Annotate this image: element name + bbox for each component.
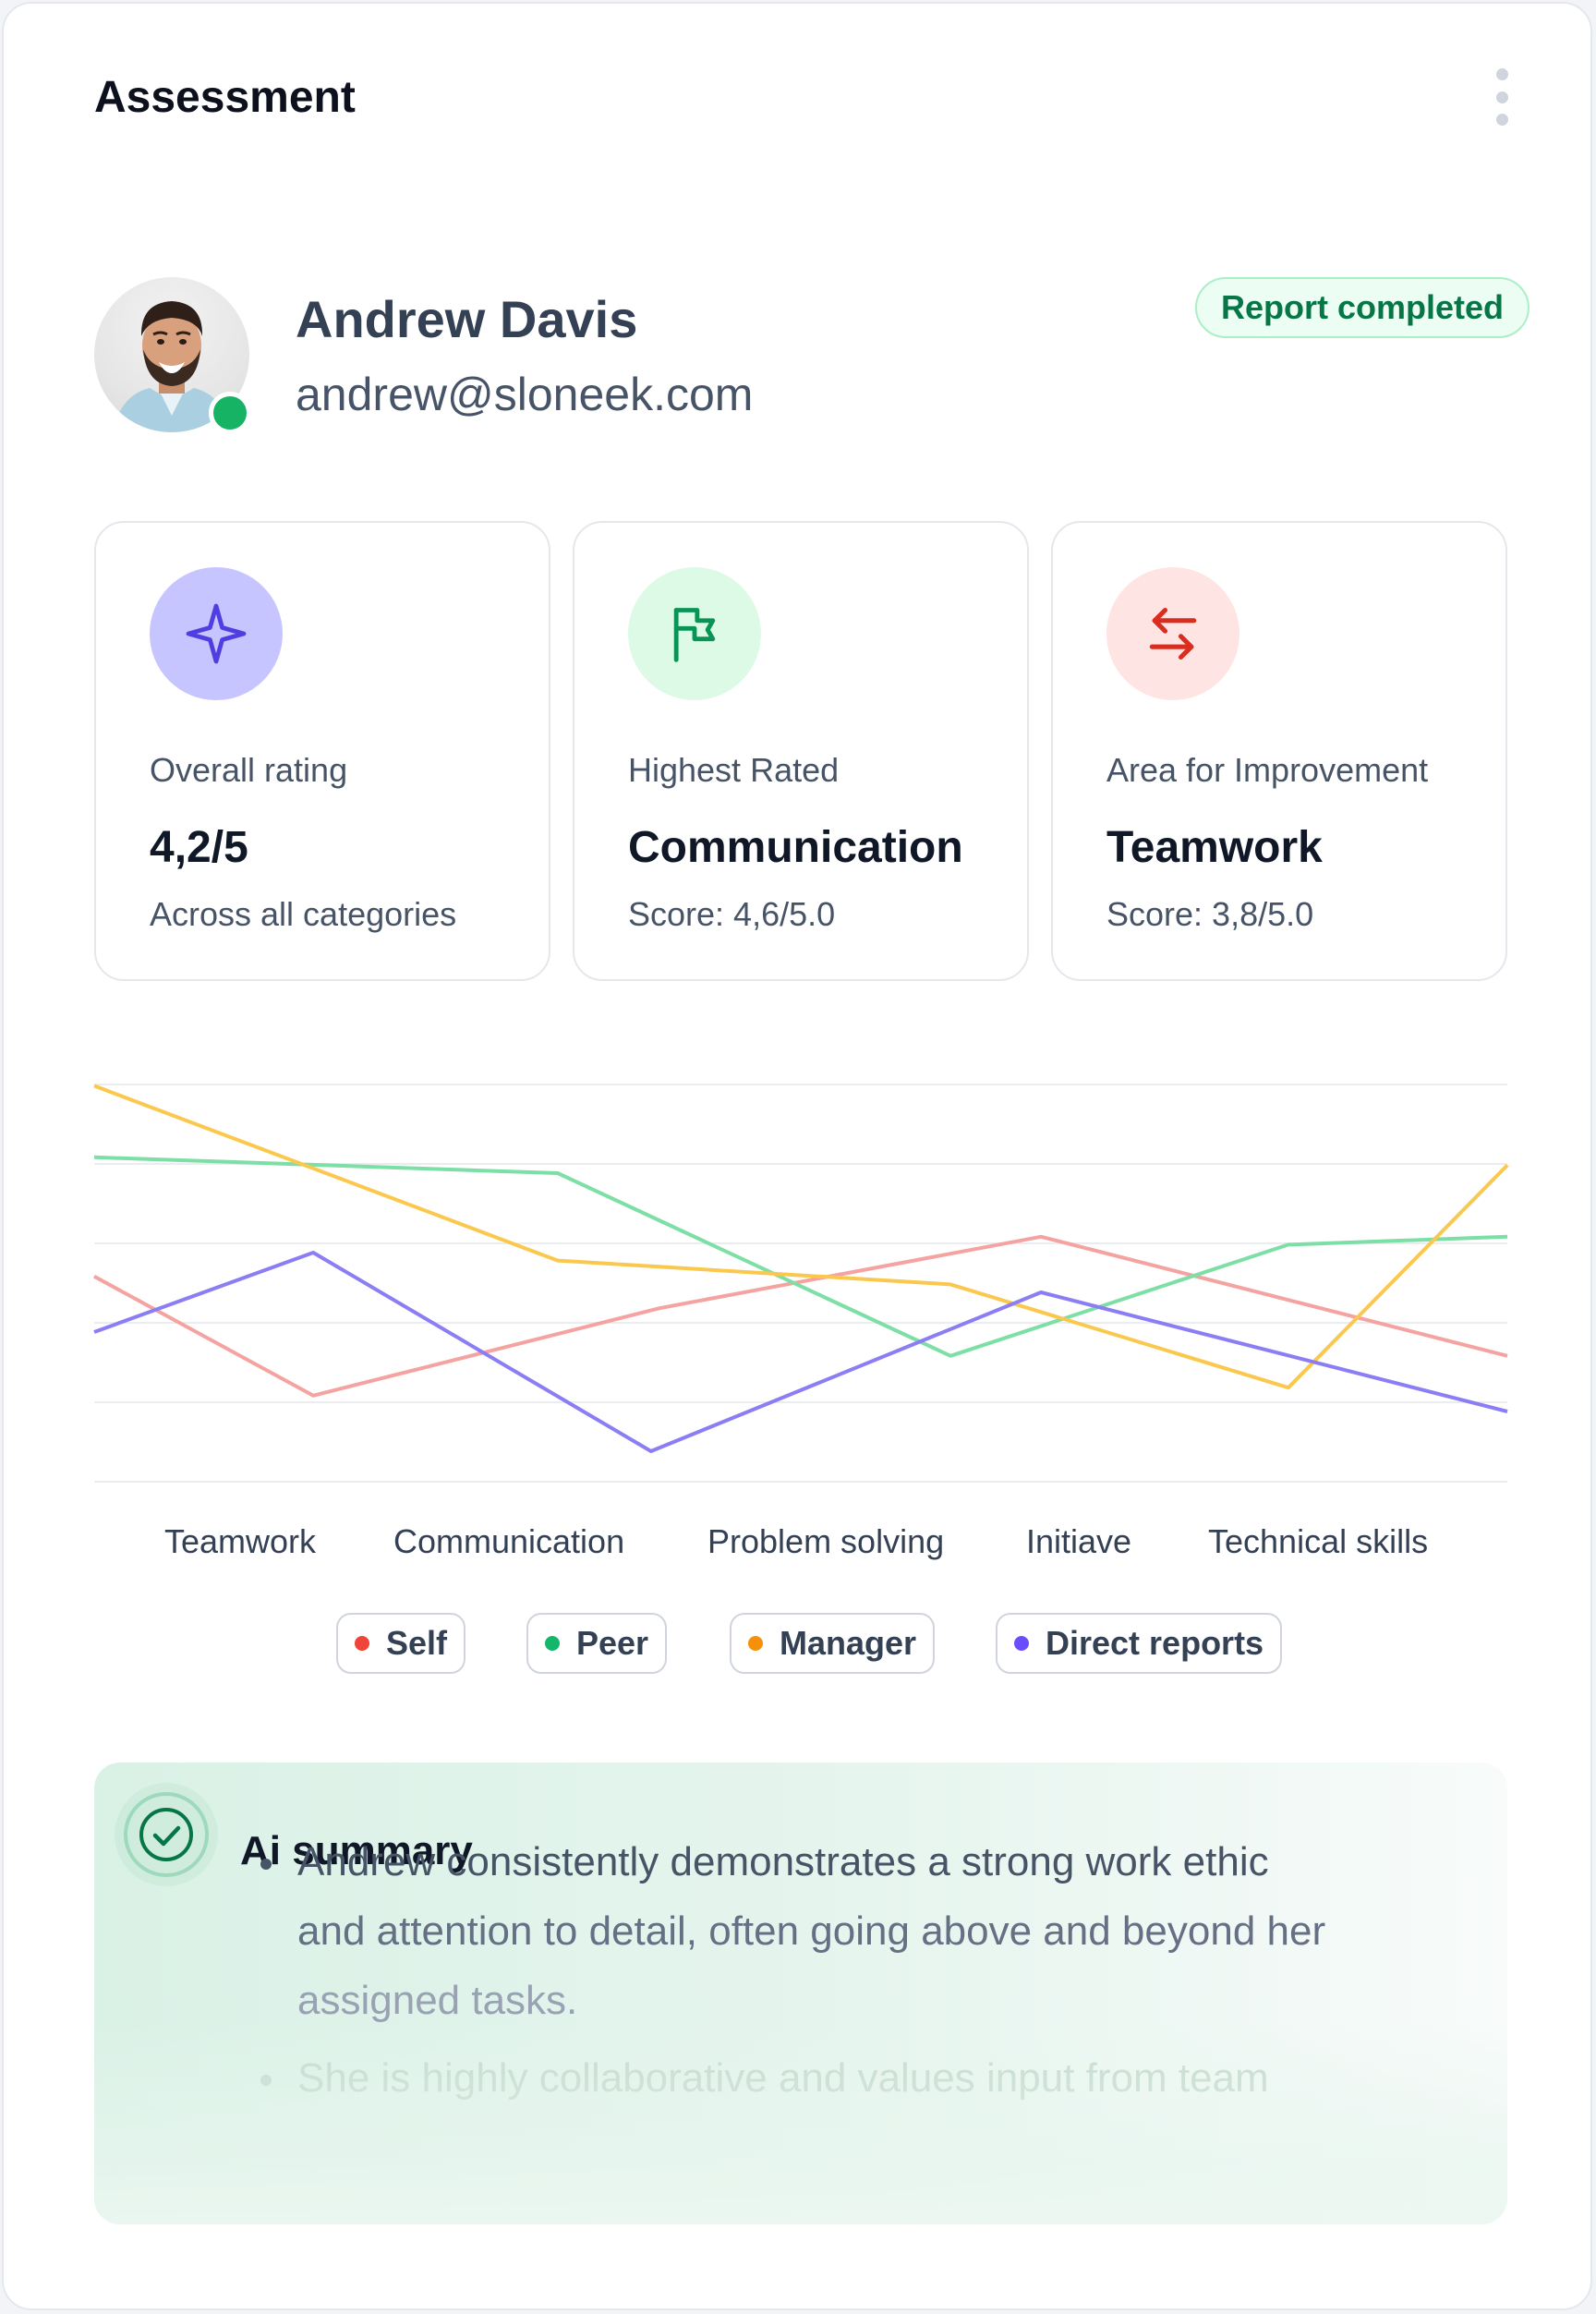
legend-dot — [545, 1636, 560, 1651]
stat-value: Teamwork — [1106, 823, 1323, 872]
legend-label: Self — [386, 1624, 448, 1662]
stat-card-highest-rated: Highest Rated Communication Score: 4,6/5… — [573, 521, 1029, 981]
stat-label: Highest Rated — [628, 751, 840, 789]
stat-label: Overall rating — [150, 751, 348, 789]
x-tick-label: Technical skills — [1208, 1522, 1429, 1560]
legend-label: Manager — [780, 1624, 917, 1662]
legend-item-self[interactable]: Self — [336, 1613, 466, 1674]
summary-bullet-continuation: assigned tasks. — [297, 1978, 578, 2023]
more-vertical-icon[interactable] — [1480, 65, 1524, 129]
stat-value: Communication — [628, 823, 963, 872]
stat-subtext: Score: 3,8/5.0 — [1106, 895, 1314, 933]
legend-label: Peer — [576, 1624, 649, 1662]
summary-bullet-text: Andrew consistently demonstrates a stron… — [297, 1839, 1269, 1884]
summary-bullet: Andrew consistently demonstrates a stron… — [260, 1827, 1406, 1896]
stat-subtext: Across all categories — [150, 895, 457, 933]
summary-bullet: She is highly collaborative and values i… — [260, 2043, 1406, 2113]
stat-subtext: Score: 4,6/5.0 — [628, 895, 836, 933]
stat-value: 4,2/5 — [150, 823, 248, 872]
status-badge: Report completed — [1195, 277, 1530, 338]
profile-email: andrew@sloneek.com — [296, 369, 754, 420]
line-chart — [93, 1084, 1509, 1483]
x-tick-label: Teamwork — [164, 1522, 317, 1560]
series-line-manager — [93, 1084, 1509, 1390]
legend-item-manager[interactable]: Manager — [730, 1613, 936, 1674]
avatar — [94, 277, 251, 434]
ai-summary-panel: Ai summary Andrew consistently demonstra… — [94, 1763, 1507, 2224]
legend-dot — [748, 1636, 763, 1651]
legend-label: Direct reports — [1046, 1624, 1264, 1662]
profile-name: Andrew Davis — [296, 290, 638, 348]
x-tick-label: Initiave — [1026, 1522, 1132, 1560]
assessment-card: Assessment Andrew Davis andrew@sloneek.c… — [2, 2, 1592, 2310]
arrows-swap-icon — [1106, 567, 1239, 700]
stat-card-area-for-improvement: Area for Improvement Teamwork Score: 3,8… — [1051, 521, 1507, 981]
flag-icon — [628, 567, 761, 700]
legend-item-peer[interactable]: Peer — [526, 1613, 668, 1674]
summary-bullet-continuation: and attention to detail, often going abo… — [297, 1908, 1326, 1954]
legend-dot — [1014, 1636, 1029, 1651]
summary-bullet-text: She is highly collaborative and values i… — [297, 2055, 1269, 2101]
sparkle-icon — [150, 567, 283, 700]
x-tick-label: Communication — [393, 1522, 625, 1560]
online-status-dot — [209, 392, 251, 434]
x-tick-label: Problem solving — [707, 1522, 945, 1560]
legend-item-direct-reports[interactable]: Direct reports — [996, 1613, 1283, 1674]
stat-card-overall-rating: Overall rating 4,2/5 Across all categori… — [94, 521, 550, 981]
series-line-self — [93, 1234, 1508, 1398]
stat-label: Area for Improvement — [1106, 751, 1429, 789]
check-circle-icon — [115, 1783, 218, 1886]
card-title: Assessment — [94, 73, 356, 122]
legend-dot — [355, 1636, 369, 1651]
